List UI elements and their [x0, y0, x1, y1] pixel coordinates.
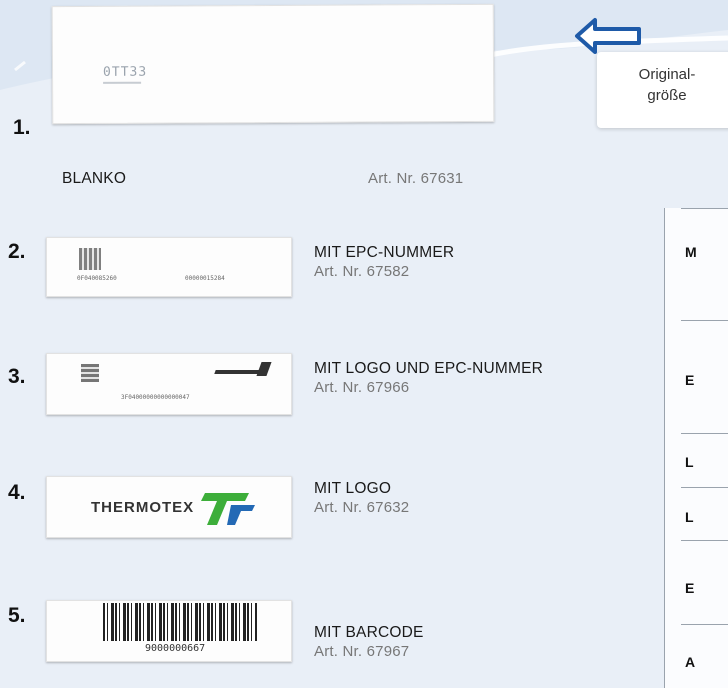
- item-article-number: Art. Nr. 67632: [314, 499, 410, 516]
- table-row-divider: [681, 433, 728, 434]
- item-label: BLANKO: [62, 170, 127, 187]
- table-row-divider: [681, 540, 728, 541]
- arrow-left-icon: [575, 18, 641, 54]
- comparison-table: M E L L E A: [664, 208, 728, 688]
- thermotex-logo-icon: [201, 493, 255, 525]
- tag-text-a: 0F040085260: [77, 275, 117, 282]
- item-article-number: Art. Nr. 67966: [314, 379, 410, 396]
- item-label: MIT LOGO: [314, 480, 392, 497]
- table-top-line: [681, 208, 728, 209]
- logo-epc-tag-image: 3F04000000000000047: [46, 353, 292, 415]
- item-article-number: Art. Nr. 67967: [314, 643, 410, 660]
- logo-text: THERMOTEX: [91, 499, 195, 516]
- callout-line1: Original-: [638, 66, 696, 83]
- table-row-label: E: [685, 580, 695, 596]
- item-label: MIT BARCODE: [314, 624, 424, 641]
- datamatrix-icon: [79, 248, 101, 270]
- item-label: MIT LOGO UND EPC-NUMMER: [314, 360, 544, 377]
- tag-code: 0TT33: [103, 64, 148, 80]
- barcode-icon: [103, 603, 257, 641]
- blank-tag-image: 0TT33: [51, 3, 495, 125]
- item-number: 3.: [8, 365, 26, 388]
- barcode-number: 9000000667: [145, 643, 206, 654]
- item-number: 2.: [8, 240, 26, 263]
- table-row-label: L: [685, 454, 694, 470]
- item-number: 4.: [8, 481, 26, 504]
- logo-tag-image: THERMOTEX: [46, 476, 292, 538]
- epc-tag-image: 0F040085260 00000015284: [46, 237, 292, 297]
- table-row-divider: [681, 487, 728, 488]
- table-row-divider: [681, 320, 728, 321]
- table-row-label: A: [685, 654, 696, 670]
- table-row-label: L: [685, 509, 694, 525]
- callout-line2: größe: [647, 87, 687, 104]
- small-logo-mark-icon: [256, 362, 272, 376]
- item-number: 1.: [13, 116, 31, 139]
- barcode-tag-image: 9000000667: [46, 600, 292, 662]
- table-row-label: E: [685, 372, 695, 388]
- item-number: 5.: [8, 604, 26, 627]
- tag-code-underline: [103, 81, 142, 84]
- tag-text-b: 00000015284: [185, 275, 225, 282]
- item-article-number: Art. Nr. 67582: [314, 263, 410, 280]
- item-label: MIT EPC-NUMMER: [314, 244, 455, 261]
- original-size-callout: Original- größe: [597, 52, 728, 128]
- item-article-number: Art. Nr. 67631: [368, 170, 464, 187]
- tag-text: 3F04000000000000047: [121, 394, 190, 401]
- table-row-divider: [681, 624, 728, 625]
- table-row-label: M: [685, 244, 697, 260]
- datamatrix-icon: [81, 364, 99, 382]
